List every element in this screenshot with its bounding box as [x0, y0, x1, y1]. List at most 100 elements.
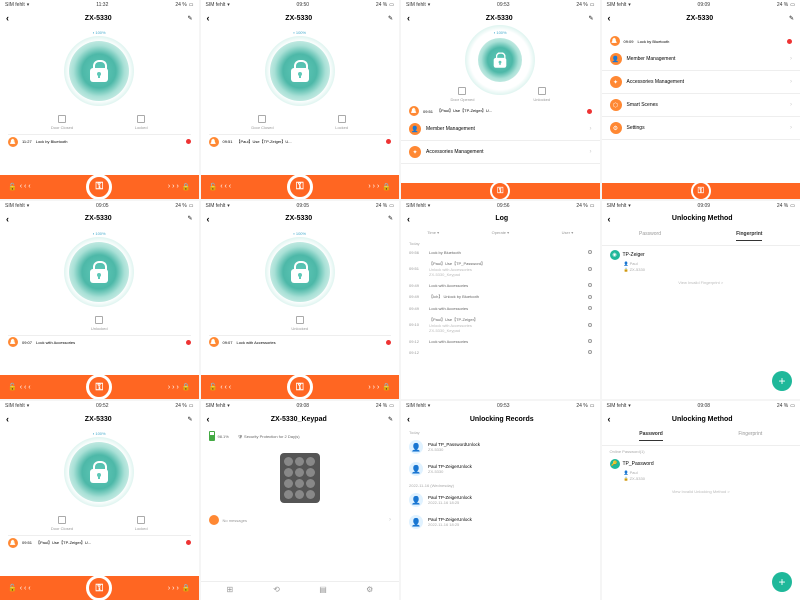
menu-member[interactable]: 👤Member Management› [602, 48, 800, 71]
password-icon: 🔑 [610, 459, 620, 469]
unlocking-records: SIM fehlt▾09:5324 %▭ ‹Unlocking Records … [401, 401, 600, 600]
add-button[interactable]: + [772, 371, 792, 391]
unlock-slider[interactable]: 🔓‹ ‹ ‹ ⚿ › › ›🔒 [201, 175, 400, 199]
lock-screen-2: SIM fehlt▾09:5024 %▭ ‹ZX-5330✎ ▪ 100% Do… [201, 0, 400, 199]
unlock-slider[interactable]: 🔓‹ ‹ ‹ ⚿ › › ›🔒 [0, 375, 199, 399]
event-row[interactable]: 09:51【Paul】Use【TP-Zeiger】U... [201, 135, 400, 149]
log-row[interactable]: 09:12Lock with Accessories [401, 336, 600, 347]
back-button[interactable]: ‹ [207, 13, 210, 23]
back-button[interactable]: ‹ [207, 214, 210, 224]
tab-password[interactable]: Password [639, 431, 663, 441]
messages-row[interactable]: No messages› [201, 511, 400, 529]
unlock-method-fingerprint: SIM fehlt▾09:0924 %▭ ‹Unlocking Method P… [602, 201, 800, 400]
back-button[interactable]: ‹ [6, 214, 9, 224]
log-row[interactable]: 09:49Lock with Accessories [401, 280, 600, 291]
fingerprint-item[interactable]: ◉TP-Zeiger 👤 Paul 🔒 ZX-5330 [602, 246, 800, 276]
back-button[interactable]: ‹ [407, 13, 410, 23]
slider-knob[interactable]: ⚿ [86, 174, 112, 199]
log-row[interactable]: 09:56Lock by Bluetooth [401, 247, 600, 258]
back-button[interactable]: ‹ [6, 13, 9, 23]
tab-password[interactable]: Password [639, 231, 661, 241]
edit-button[interactable]: ✎ [388, 215, 393, 222]
menu-scenes[interactable]: ⬡Smart Scenes› [602, 94, 800, 117]
back-button[interactable]: ‹ [207, 414, 210, 424]
nav-icon-3[interactable]: ▤ [318, 585, 328, 595]
log-row[interactable]: 09:12 [401, 347, 600, 358]
edit-button[interactable]: ✎ [789, 15, 794, 22]
unlock-slider[interactable]: ⚿ [401, 183, 600, 199]
event-row[interactable]: 09:07Lock with Accessories [201, 335, 400, 349]
wifi-icon: ▾ [27, 2, 30, 8]
event-row[interactable]: 11:27 Lock by Bluetooth [0, 135, 199, 149]
back-button[interactable]: ‹ [407, 214, 410, 224]
edit-button[interactable]: ✎ [588, 15, 593, 22]
gear-icon: ✦ [409, 146, 421, 158]
log-row[interactable]: 09:49【Ich】 Unlock by Bluetooth [401, 291, 600, 303]
keypad-screen: SIM fehlt▾09:0824 %▭ ‹ZX-5330_Keypad✎ 98… [201, 401, 400, 600]
keypad-visual [280, 453, 320, 503]
event-row[interactable]: 09:07Lock with Accessories [0, 335, 199, 349]
log-row[interactable]: 09:51【Paul】Use【TP_Password】Unlock with A… [401, 258, 600, 280]
unlock-icon: 🔓 [8, 183, 17, 191]
back-button[interactable]: ‹ [407, 414, 410, 424]
record-item[interactable]: 👤Paul TP-ZeigerUnlock2022-11-16 18:25 [401, 511, 600, 533]
event-row[interactable]: 09:51【Paul】Use【TP-Zeiger】U... [401, 104, 600, 118]
log-row[interactable]: 09:49Lock with Accessories [401, 303, 600, 314]
nav-icon-1[interactable]: ⊞ [225, 585, 235, 595]
nav-icon-2[interactable]: ⟲ [271, 585, 281, 595]
device-title: ZX-5330 [85, 15, 112, 22]
view-invalid-link[interactable]: View Invalid Unlocking Method > [602, 485, 800, 498]
password-item[interactable]: 🔑TP_Password 👤 Paul 🔒 ZX-5330 [602, 455, 800, 485]
unlock-slider[interactable]: ⚿ [602, 183, 800, 199]
keypad-battery-icon [209, 431, 215, 441]
edit-button[interactable]: ✎ [187, 215, 192, 222]
record-item[interactable]: 👤Paul TP-ZeigerUnlockZX-5330 [401, 458, 600, 480]
scenes-icon: ⬡ [610, 99, 622, 111]
record-item[interactable]: 👤Paul TP-ZeigerUnlock2022-11-16 18:25 [401, 489, 600, 511]
message-icon [209, 515, 219, 525]
back-button[interactable]: ‹ [608, 13, 611, 23]
log-row[interactable]: 09:10【Paul】Use【TP-Zeiger】Unlock with Acc… [401, 314, 600, 336]
log-screen: SIM fehlt▾09:5624 %▭ ‹Log Time ▾ Operate… [401, 201, 600, 400]
menu-accessories[interactable]: ✦Accessories Management› [602, 71, 800, 94]
menu-settings[interactable]: ⚙Settings› [602, 117, 800, 140]
unlock-slider[interactable]: 🔓‹ ‹ ‹ ⚿ › › ›🔒 [0, 175, 199, 199]
settings-menu: SIM fehlt▾09:0924 %▭ ‹ZX-5330✎ 09:09Lock… [602, 0, 800, 199]
tab-fingerprint[interactable]: Fingerprint [738, 431, 762, 441]
edit-button[interactable]: ✎ [187, 416, 192, 423]
lock-screen-6: SIM fehlt▾09:0524 %▭ ‹ZX-5330✎ ▪ 100% Un… [201, 201, 400, 400]
lock-status-icon [137, 115, 145, 123]
lock-screen-1: SIM fehlt▾ 11:32 24 %▭ ‹ ZX-5330 ✎ ▪ 100… [0, 0, 199, 199]
bell-icon [8, 137, 18, 147]
door-icon [58, 115, 66, 123]
filter-user[interactable]: User ▾ [562, 230, 574, 235]
view-invalid-link[interactable]: View Invalid Fingerprint > [602, 276, 800, 289]
back-button[interactable]: ‹ [608, 214, 611, 224]
lock-screen-9: SIM fehlt▾09:5224 %▭ ‹ZX-5330✎ ▪ 100% Do… [0, 401, 199, 600]
fingerprint-icon: ◉ [610, 250, 620, 260]
nav-icon-4[interactable]: ⚙ [365, 585, 375, 595]
unlock-slider[interactable]: 🔓‹ ‹ ‹ ⚿ › › ›🔒 [0, 576, 199, 600]
back-button[interactable]: ‹ [608, 414, 611, 424]
filter-operate[interactable]: Operate ▾ [492, 230, 510, 235]
lock-screen-menu: SIM fehlt▾09:5324 %▭ ‹ZX-5330✎ ▪ 100% Do… [401, 0, 600, 199]
unlock-method-password: SIM fehlt▾09:0824 %▭ ‹Unlocking Method P… [602, 401, 800, 600]
battery-icon: ▭ [189, 2, 194, 8]
lock-screen-5: SIM fehlt▾09:0524 %▭ ‹ZX-5330✎ ▪ 100% Un… [0, 201, 199, 400]
back-button[interactable]: ‹ [6, 414, 9, 424]
event-row[interactable]: 09:09Lock by Bluetooth [602, 34, 800, 48]
edit-button[interactable]: ✎ [187, 15, 192, 22]
event-row[interactable]: 09:51【Paul】Use【TP-Zeiger】U... [0, 536, 199, 550]
add-button[interactable]: + [772, 572, 792, 592]
unlock-slider[interactable]: 🔓‹ ‹ ‹ ⚿ › › ›🔒 [201, 375, 400, 399]
avatar-icon: 👤 [409, 440, 423, 454]
edit-button[interactable]: ✎ [388, 15, 393, 22]
menu-accessories[interactable]: ✦Accessories Management› [401, 141, 600, 164]
filter-time[interactable]: Time ▾ [427, 230, 439, 235]
menu-member[interactable]: 👤Member Management› [401, 118, 600, 141]
status-bar: SIM fehlt▾ 11:32 24 %▭ [0, 0, 199, 10]
accessories-icon: ✦ [610, 76, 622, 88]
tab-fingerprint[interactable]: Fingerprint [736, 231, 762, 241]
record-item[interactable]: 👤Paul TP_PasswordUnlockZX-5330 [401, 436, 600, 458]
edit-button[interactable]: ✎ [388, 416, 393, 423]
